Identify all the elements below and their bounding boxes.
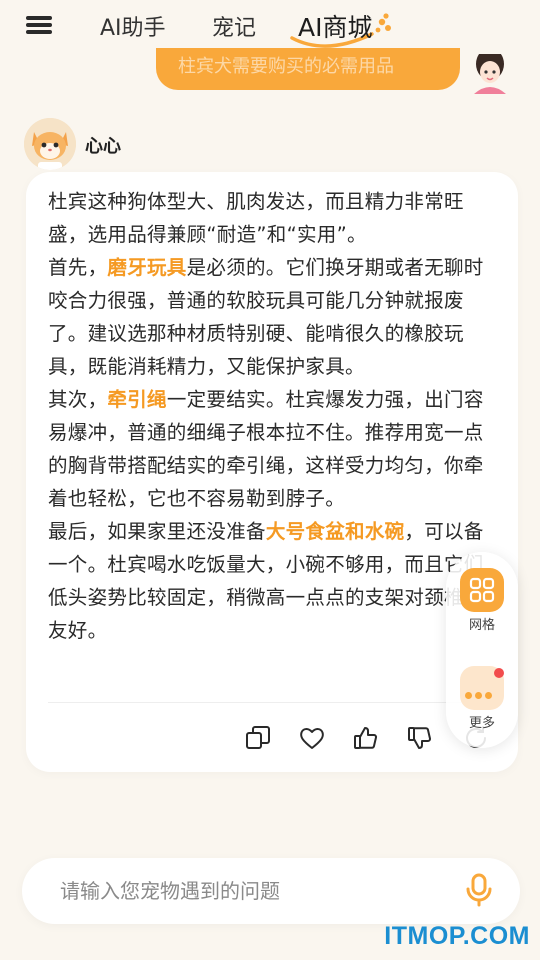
- more-label: 更多: [468, 716, 495, 731]
- heart-icon[interactable]: [298, 724, 326, 752]
- tab-pet-notes[interactable]: 宠记: [212, 10, 256, 42]
- grid-label: 网格: [468, 618, 495, 633]
- more-icon: [465, 684, 495, 703]
- answer-text: 其次，: [48, 388, 108, 411]
- menu-icon[interactable]: [26, 14, 52, 36]
- divider: [48, 702, 496, 703]
- grid-icon: [469, 577, 495, 603]
- bot-answer-card: 杜宾这种狗体型大、肌肉发达，而且精力非常旺盛，选用品得兼顾“耐造”和“实用”。 …: [26, 172, 518, 772]
- tab-ai-assistant[interactable]: AI助手: [100, 10, 166, 42]
- product-keyword-link[interactable]: 磨牙玩具: [107, 256, 186, 279]
- user-message-text: 柱宾犬需要购买的必需用品: [178, 56, 394, 77]
- copy-icon[interactable]: [244, 724, 272, 752]
- user-avatar: [466, 54, 514, 94]
- thumbs-up-icon[interactable]: [352, 724, 380, 752]
- grid-button[interactable]: [460, 568, 504, 612]
- floating-tool-panel: 网格 更多: [446, 552, 518, 748]
- question-input[interactable]: [60, 872, 440, 910]
- answer-text: 首先，: [48, 256, 108, 279]
- chat-input-bar: [22, 858, 520, 924]
- microphone-icon[interactable]: [464, 872, 494, 908]
- product-keyword-link[interactable]: 牵引绳: [107, 388, 166, 411]
- thumbs-down-icon[interactable]: [406, 724, 434, 752]
- notification-badge: [494, 668, 504, 678]
- bot-answer-text: 杜宾这种狗体型大、肌肉发达，而且精力非常旺盛，选用品得兼顾“耐造”和“实用”。 …: [48, 185, 488, 647]
- answer-paragraph: 杜宾这种狗体型大、肌肉发达，而且精力非常旺盛，选用品得兼顾“耐造”和“实用”。: [48, 185, 488, 251]
- bot-name: 心心: [85, 136, 121, 157]
- tab-ai-mall[interactable]: AI商城: [298, 8, 372, 44]
- answer-paragraph: 其次，牵引绳一定要结实。杜宾爆发力强，出门容易爆冲，普通的细绳子根本拉不住。推荐…: [48, 383, 488, 515]
- answer-paragraph: 首先，磨牙玩具是必须的。它们换牙期或者无聊时咬合力很强，普通的软胶玩具可能几分钟…: [48, 251, 488, 383]
- bot-avatar: [24, 118, 76, 170]
- user-message-bubble: 柱宾犬需要购买的必需用品: [156, 48, 460, 90]
- answer-text: 杜宾这种狗体型大、肌肉发达，而且精力非常旺盛，选用品得兼顾“耐造”和“实用”。: [48, 190, 464, 246]
- watermark: ITMOP.COM: [384, 922, 530, 950]
- product-keyword-link[interactable]: 大号食盆和水碗: [266, 520, 405, 543]
- answer-text: 最后，如果家里还没准备: [48, 520, 266, 543]
- answer-paragraph: 最后，如果家里还没准备大号食盆和水碗，可以备一个。杜宾喝水吃饭量大，小碗不够用，…: [48, 515, 488, 647]
